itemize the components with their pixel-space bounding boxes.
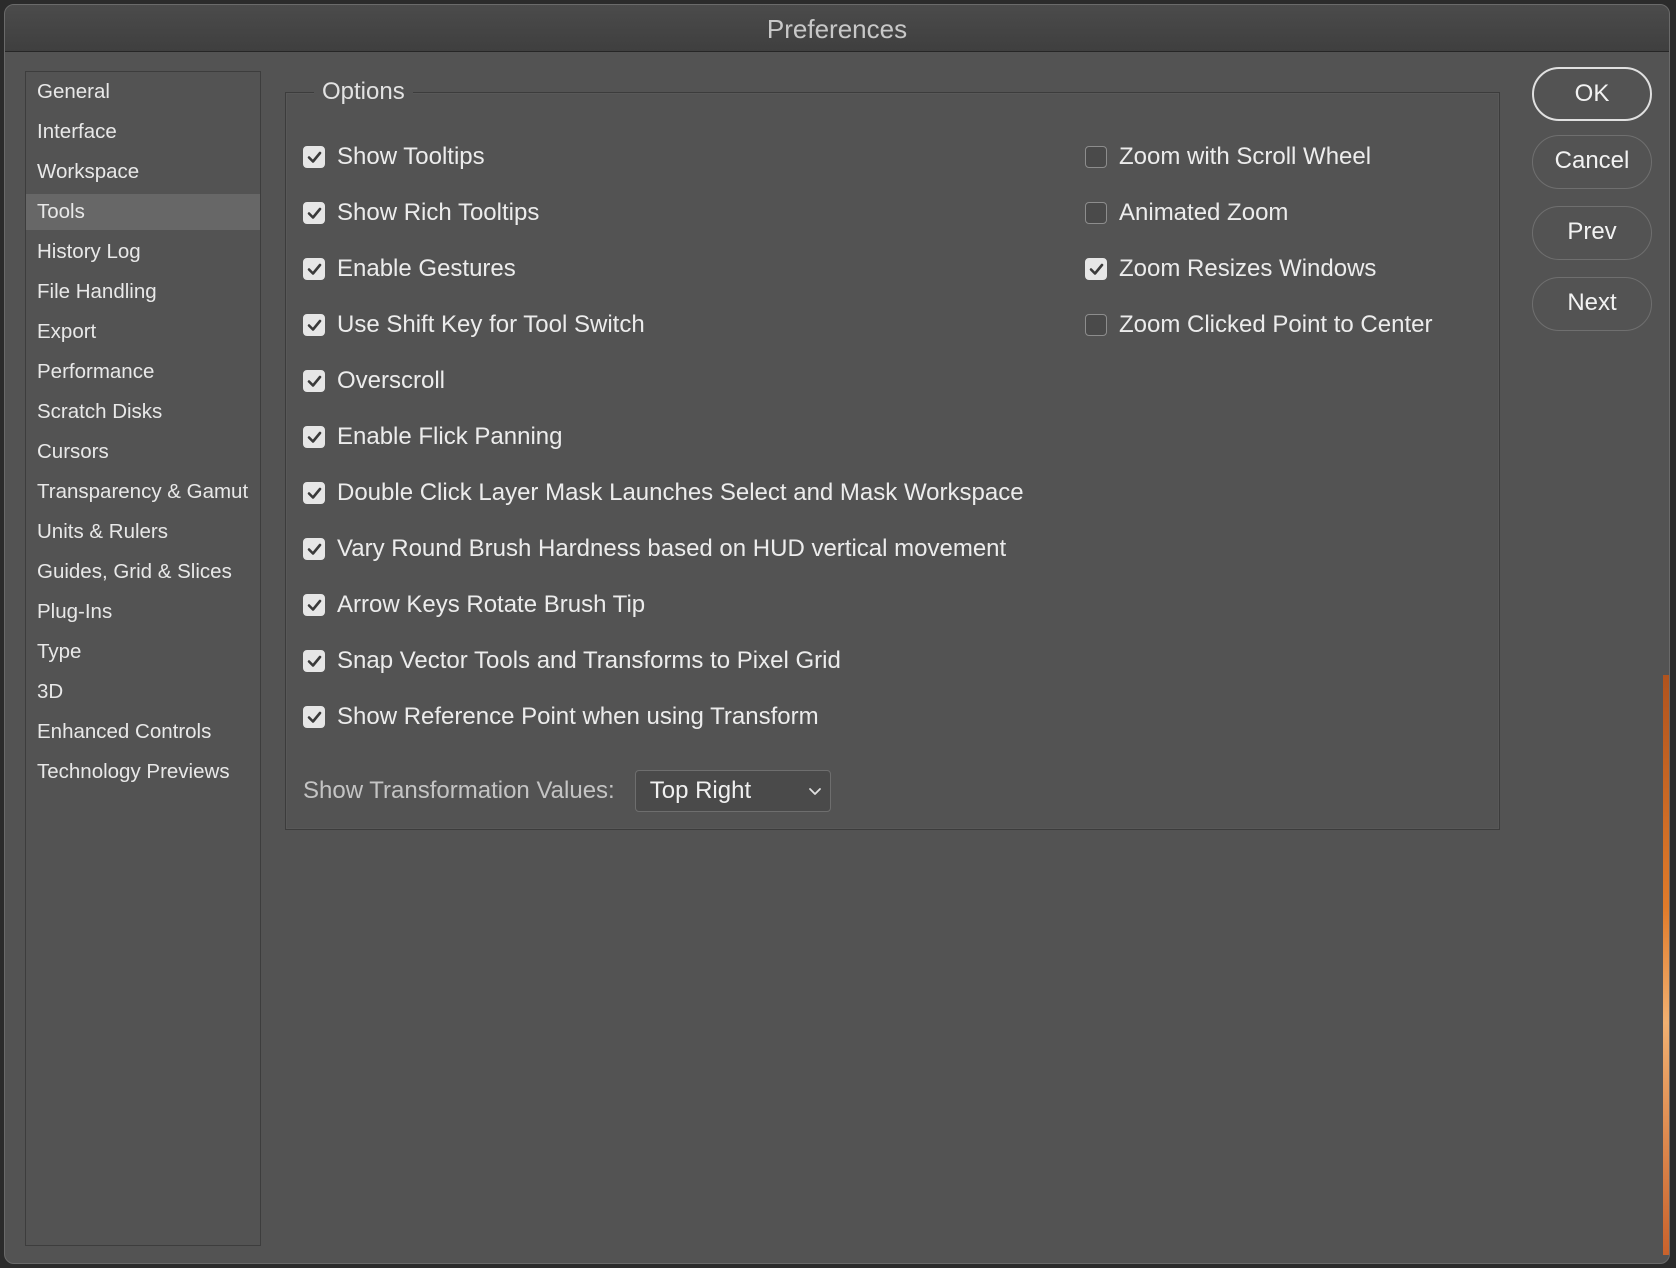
option-double-click-layer-mask-launches-select-and-mask-workspace[interactable]: Double Click Layer Mask Launches Select … (303, 465, 1024, 521)
checkbox-unchecked[interactable] (1085, 146, 1107, 168)
option-label: Enable Gestures (337, 255, 516, 282)
sidebar-item-enhanced-controls[interactable]: Enhanced Controls (26, 714, 260, 750)
sidebar-item-technology-previews[interactable]: Technology Previews (26, 754, 260, 790)
checkbox-checked[interactable] (303, 202, 325, 224)
option-label: Overscroll (337, 367, 446, 394)
chevron-down-icon (808, 788, 821, 795)
option-zoom-resizes-windows[interactable]: Zoom Resizes Windows (1085, 241, 1432, 297)
transformation-values-label: Show Transformation Values: (303, 777, 615, 804)
option-snap-vector-tools-and-transforms-to-pixel-grid[interactable]: Snap Vector Tools and Transforms to Pixe… (303, 633, 1024, 689)
checkbox-checked[interactable] (303, 314, 325, 336)
options-group: Options Show Tooltips Show Rich Tooltips E… (285, 75, 1500, 830)
preferences-sidebar: General Interface Workspace Tools History Lo… (25, 71, 261, 1246)
sidebar-item-history-log[interactable]: History Log (26, 234, 260, 270)
option-label: Snap Vector Tools and Transforms to Pixe… (337, 647, 841, 674)
sidebar-item-cursors[interactable]: Cursors (26, 434, 260, 470)
checkmark-icon (307, 711, 322, 723)
option-label: Show Tooltips (337, 143, 485, 170)
sidebar-item-plug-ins[interactable]: Plug-Ins (26, 594, 260, 630)
checkmark-icon (307, 655, 322, 667)
option-enable-gestures[interactable]: Enable Gestures (303, 241, 1024, 297)
sidebar-item-units-rulers[interactable]: Units & Rulers (26, 514, 260, 550)
transformation-values-select[interactable]: Top Right (634, 770, 831, 812)
checkmark-icon (307, 375, 322, 387)
next-button[interactable]: Next (1532, 277, 1652, 331)
ok-button[interactable]: OK (1532, 67, 1652, 121)
background-canvas-edge (1663, 675, 1669, 1255)
option-zoom-clicked-point-to-center[interactable]: Zoom Clicked Point to Center (1085, 297, 1432, 353)
checkmark-icon (1089, 263, 1104, 275)
checkbox-checked[interactable] (303, 706, 325, 728)
sidebar-item-workspace[interactable]: Workspace (26, 154, 260, 190)
sidebar-item-3d[interactable]: 3D (26, 674, 260, 710)
checkbox-checked[interactable] (303, 594, 325, 616)
option-label: Use Shift Key for Tool Switch (337, 311, 645, 338)
prev-button[interactable]: Prev (1532, 206, 1652, 260)
sidebar-item-guides-grid-slices[interactable]: Guides, Grid & Slices (26, 554, 260, 590)
checkmark-icon (307, 263, 322, 275)
checkbox-checked[interactable] (303, 258, 325, 280)
option-show-tooltips[interactable]: Show Tooltips (303, 129, 1024, 185)
checkbox-checked[interactable] (303, 538, 325, 560)
checkmark-icon (307, 151, 322, 163)
cancel-button[interactable]: Cancel (1532, 135, 1652, 189)
sidebar-item-performance[interactable]: Performance (26, 354, 260, 390)
transformation-values-row: Show Transformation Values: Top Right (303, 769, 831, 813)
sidebar-item-export[interactable]: Export (26, 314, 260, 350)
checkbox-checked[interactable] (303, 650, 325, 672)
option-enable-flick-panning[interactable]: Enable Flick Panning (303, 409, 1024, 465)
option-label: Show Reference Point when using Transfor… (337, 703, 819, 730)
preferences-window: Preferences General Interface Workspace Too… (4, 4, 1670, 1264)
option-zoom-with-scroll-wheel[interactable]: Zoom with Scroll Wheel (1085, 129, 1432, 185)
option-vary-round-brush-hardness-based-on-hud-vertical-movement[interactable]: Vary Round Brush Hardness based on HUD v… (303, 521, 1024, 577)
option-overscroll[interactable]: Overscroll (303, 353, 1024, 409)
option-use-shift-key-for-tool-switch[interactable]: Use Shift Key for Tool Switch (303, 297, 1024, 353)
checkbox-checked[interactable] (303, 426, 325, 448)
option-animated-zoom[interactable]: Animated Zoom (1085, 185, 1432, 241)
checkmark-icon (307, 543, 322, 555)
option-label: Zoom Resizes Windows (1119, 255, 1377, 282)
checkmark-icon (307, 319, 322, 331)
sidebar-item-tools[interactable]: Tools (26, 194, 260, 230)
option-label: Zoom with Scroll Wheel (1119, 143, 1372, 170)
window-title: Preferences (5, 5, 1669, 52)
option-label: Animated Zoom (1119, 199, 1289, 226)
option-label: Arrow Keys Rotate Brush Tip (337, 591, 646, 618)
checkmark-icon (307, 431, 322, 443)
option-label: Show Rich Tooltips (337, 199, 540, 226)
sidebar-item-interface[interactable]: Interface (26, 114, 260, 150)
checkbox-checked[interactable] (303, 146, 325, 168)
checkmark-icon (307, 207, 322, 219)
option-label: Enable Flick Panning (337, 423, 563, 450)
checkbox-checked[interactable] (303, 482, 325, 504)
checkbox-unchecked[interactable] (1085, 314, 1107, 336)
option-show-rich-tooltips[interactable]: Show Rich Tooltips (303, 185, 1024, 241)
sidebar-item-type[interactable]: Type (26, 634, 260, 670)
option-label: Double Click Layer Mask Launches Select … (337, 479, 1024, 506)
transformation-values-selected: Top Right (649, 777, 752, 804)
option-label: Zoom Clicked Point to Center (1119, 311, 1433, 338)
checkbox-checked[interactable] (1085, 258, 1107, 280)
checkbox-checked[interactable] (303, 370, 325, 392)
sidebar-item-file-handling[interactable]: File Handling (26, 274, 260, 310)
sidebar-item-scratch-disks[interactable]: Scratch Disks (26, 394, 260, 430)
checkmark-icon (307, 599, 322, 611)
options-left-column: Show Tooltips Show Rich Tooltips Enable Ge… (303, 129, 1024, 745)
option-show-reference-point-when-using-transform[interactable]: Show Reference Point when using Transfor… (303, 689, 1024, 745)
options-legend: Options (314, 75, 413, 109)
sidebar-item-general[interactable]: General (26, 74, 260, 110)
option-label: Vary Round Brush Hardness based on HUD v… (337, 535, 1007, 562)
sidebar-item-transparency-gamut[interactable]: Transparency & Gamut (26, 474, 260, 510)
options-right-column: Zoom with Scroll Wheel Animated Zoom Zoom … (1085, 129, 1432, 353)
checkbox-unchecked[interactable] (1085, 202, 1107, 224)
checkmark-icon (307, 487, 322, 499)
option-arrow-keys-rotate-brush-tip[interactable]: Arrow Keys Rotate Brush Tip (303, 577, 1024, 633)
